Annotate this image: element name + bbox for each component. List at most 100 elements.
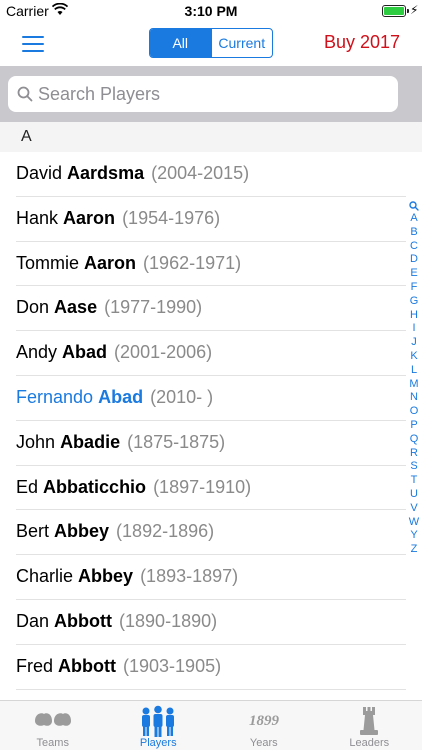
player-name: Hank Aaron (1954-1976) [16,208,220,229]
player-years: (2010- ) [150,386,214,407]
search-input[interactable] [38,76,388,112]
index-letter[interactable]: K [406,350,422,364]
player-row[interactable]: Hank Aaron (1954-1976) [0,197,422,242]
player-name: Fernando Abad (2010- ) [16,387,213,408]
index-letter[interactable]: F [406,281,422,295]
player-row[interactable]: Andy Abad (2001-2006) [0,331,422,376]
menu-icon[interactable] [22,36,44,52]
player-last-name: Abbott [54,610,113,631]
years-icon: 1899 [249,713,280,729]
players-icon [142,705,175,737]
tab-label-teams: Teams [36,737,69,749]
player-row[interactable]: Charlie Abbey (1893-1897) [0,555,422,600]
player-list: David Aardsma (2004-2015) Hank Aaron (1954-… [0,152,422,690]
index-letter[interactable]: S [406,460,422,474]
player-years: (1954-1976) [122,207,221,228]
buy-button[interactable]: Buy 2017 [324,32,400,53]
player-row[interactable]: Fernando Abad (2010- ) [0,376,422,421]
player-row[interactable]: Ed Abbaticchio (1897-1910) [0,466,422,511]
player-last-name: Abad [62,342,108,363]
segment-current[interactable]: Current [210,29,273,57]
index-letter[interactable]: A [406,212,422,226]
player-name: Tommie Aaron (1962-1971) [16,253,241,274]
index-letter[interactable]: V [406,502,422,516]
player-name: Fred Abbott (1903-1905) [16,656,221,677]
section-header: A [0,122,422,152]
player-first-name: Andy [16,342,58,363]
search-bar [0,66,422,122]
index-letter[interactable]: M [406,378,422,392]
player-row[interactable]: Fred Abbott (1903-1905) [0,645,422,690]
index-letter[interactable]: Y [406,529,422,543]
player-first-name: Hank [16,207,59,228]
index-letter[interactable]: H [406,309,422,323]
index-letter[interactable]: L [406,364,422,378]
player-name: Don Aase (1977-1990) [16,297,202,318]
player-row[interactable]: David Aardsma (2004-2015) [0,152,422,197]
player-name: Bert Abbey (1892-1896) [16,521,214,542]
index-letter[interactable]: I [406,322,422,336]
tab-label-leaders: Leaders [349,737,390,749]
player-first-name: Fernando [16,386,94,407]
player-years: (2004-2015) [151,163,250,183]
player-last-name: Abadie [60,431,121,452]
player-first-name: Ed [16,476,39,497]
index-letter[interactable]: P [406,419,422,433]
tab-leaders[interactable]: Leaders [317,701,422,750]
player-row[interactable]: Tommie Aaron (1962-1971) [0,242,422,287]
index-letter[interactable]: C [406,240,422,254]
index-letter[interactable]: R [406,447,422,461]
player-row[interactable]: Dan Abbott (1890-1890) [0,600,422,645]
index-letter[interactable]: W [406,516,422,530]
tab-bar: Teams Players 1899 Years Leaders [0,700,422,750]
player-last-name: Aaron [84,252,137,273]
player-first-name: Bert [16,521,50,542]
leaders-icon [360,707,379,735]
player-last-name: Abad [98,386,144,407]
player-row[interactable]: Don Aase (1977-1990) [0,286,422,332]
player-years: (1903-1905) [123,655,222,676]
index-letter[interactable]: B [406,226,422,240]
player-years: (1890-1890) [119,610,218,631]
row-separator [16,688,406,690]
player-years: (1897-1910) [153,476,252,497]
index-letter[interactable]: T [406,474,422,488]
index-letter[interactable]: E [406,267,422,281]
index-letter[interactable]: G [406,295,422,309]
player-first-name: Don [16,297,50,318]
player-years: (1892-1896) [116,521,215,542]
segment-all[interactable]: All [150,29,211,57]
nav-bar: All Current Buy 2017 [0,22,422,66]
player-last-name: Aardsma [67,163,145,183]
status-time: 3:10 PM [184,3,238,19]
index-letter[interactable]: O [406,405,422,419]
index-letter[interactable]: Z [406,543,422,557]
player-row[interactable]: John Abadie (1875-1875) [0,421,422,466]
index-letter[interactable]: D [406,253,422,267]
player-first-name: John [16,431,56,452]
player-first-name: David [16,163,63,183]
player-name: Andy Abad (2001-2006) [16,342,212,363]
player-years: (1977-1990) [104,297,203,318]
section-index[interactable]: ABCDEFGHIJKLMNOPQRSTUVWYZ [406,199,422,557]
tab-teams[interactable]: Teams [0,701,106,750]
player-row[interactable]: Bert Abbey (1892-1896) [0,510,422,556]
player-last-name: Abbey [78,566,134,587]
index-search-icon[interactable] [409,201,419,211]
teams-icon [34,713,71,726]
index-letter[interactable]: N [406,391,422,405]
index-letter[interactable]: U [406,488,422,502]
player-last-name: Abbott [58,655,117,676]
player-first-name: Charlie [16,566,74,587]
filter-segmented-control: All Current [149,28,273,58]
tab-players[interactable]: Players [106,701,212,750]
player-years: (1875-1875) [127,431,226,452]
index-letter[interactable]: J [406,336,422,350]
index-letter[interactable]: Q [406,433,422,447]
years-icon-text: 1899 [249,713,280,729]
search-icon [17,86,33,102]
player-years: (1962-1971) [143,252,242,273]
tab-years[interactable]: 1899 Years [211,701,317,750]
player-name: Charlie Abbey (1893-1897) [16,566,238,587]
player-name: Ed Abbaticchio (1897-1910) [16,477,251,498]
